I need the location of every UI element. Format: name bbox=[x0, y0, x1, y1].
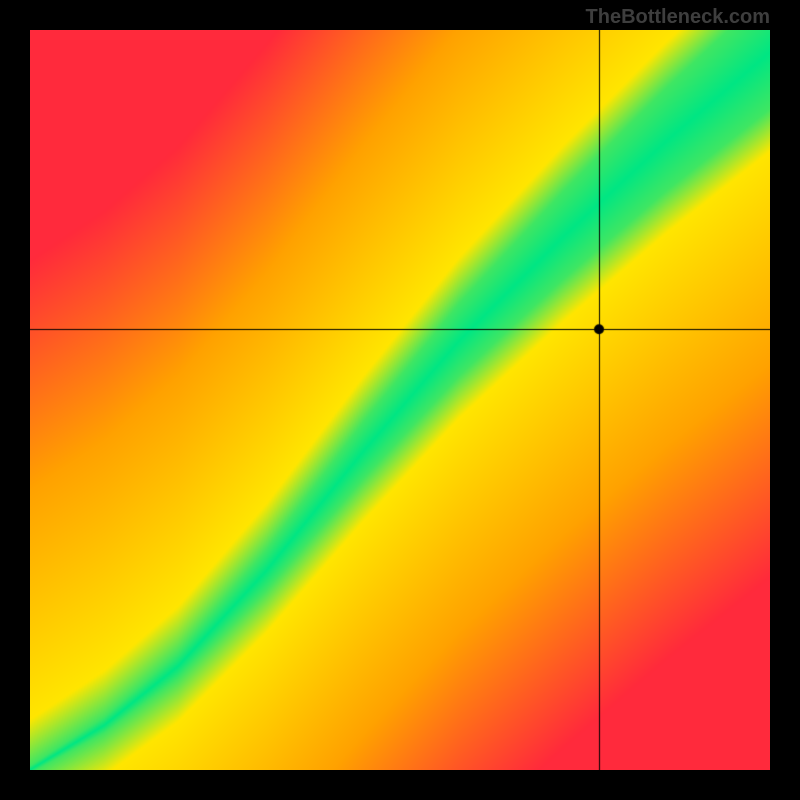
watermark-text: TheBottleneck.com bbox=[586, 6, 770, 29]
bottleneck-heatmap bbox=[30, 30, 770, 770]
chart-container: TheBottleneck.com bbox=[0, 0, 800, 800]
